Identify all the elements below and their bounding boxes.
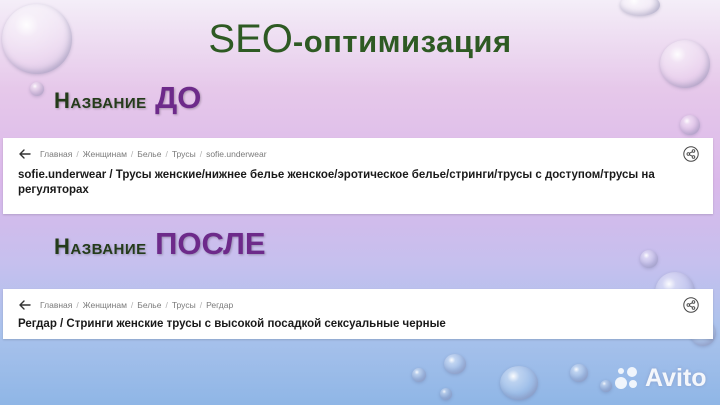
product-card-before: Главная / Женщинам / Белье / Трусы / sofie.under… — [3, 138, 713, 214]
breadcrumb-item-panties[interactable]: Трусы — [172, 149, 196, 159]
watermark: Avito — [612, 358, 716, 398]
heading-after: Название ПОСЛЕ — [54, 226, 266, 262]
slide-title: SEO-оптимизация — [0, 14, 720, 67]
arrow-left-icon[interactable] — [18, 147, 32, 161]
bubble-decoration — [444, 354, 466, 374]
share-icon[interactable] — [683, 146, 699, 162]
breadcrumb-item-women[interactable]: Женщинам — [83, 300, 127, 310]
bubble-decoration — [412, 368, 426, 382]
heading-before-label: Название — [54, 88, 147, 113]
bubble-decoration — [600, 380, 612, 392]
bubble-decoration — [570, 364, 588, 382]
avito-logo-icon — [615, 367, 637, 389]
breadcrumb-item-women[interactable]: Женщинам — [83, 149, 127, 159]
breadcrumb-item-home[interactable]: Главная — [40, 149, 72, 159]
share-icon[interactable] — [683, 297, 699, 313]
heading-after-emphasis: ПОСЛЕ — [155, 226, 266, 261]
product-card-after: Главная / Женщинам / Белье / Трусы / Регдар Регд… — [3, 289, 713, 339]
breadcrumb: Главная / Женщинам / Белье / Трусы / Регдар — [40, 300, 234, 310]
bubble-decoration — [680, 115, 700, 135]
watermark-text: Avito — [645, 363, 707, 392]
bubble-decoration — [440, 388, 452, 400]
heading-before-emphasis: ДО — [155, 80, 202, 115]
product-title-after: Регдар / Стринги женские трусы с высокой… — [18, 318, 446, 330]
breadcrumb-item-home[interactable]: Главная — [40, 300, 72, 310]
product-title-before: sofie.underwear / Трусы женские/нижнее б… — [18, 169, 655, 196]
heading-before: Название ДО — [54, 80, 201, 116]
slide-title-rest: -оптимизация — [292, 24, 512, 59]
bubble-decoration — [500, 366, 538, 400]
breadcrumb-item-brand[interactable]: sofie.underwear — [206, 149, 266, 159]
arrow-left-icon[interactable] — [18, 298, 32, 312]
breadcrumb-item-panties[interactable]: Трусы — [172, 300, 196, 310]
bubble-decoration — [30, 82, 44, 96]
breadcrumb-item-underwear[interactable]: Белье — [137, 149, 161, 159]
breadcrumb-item-underwear[interactable]: Белье — [137, 300, 161, 310]
breadcrumb: Главная / Женщинам / Белье / Трусы / sofie.under… — [40, 149, 267, 159]
breadcrumb-item-brand[interactable]: Регдар — [206, 300, 233, 310]
heading-after-label: Название — [54, 234, 147, 259]
slide-title-seo: SEO — [208, 17, 293, 61]
bubble-decoration — [640, 250, 658, 268]
